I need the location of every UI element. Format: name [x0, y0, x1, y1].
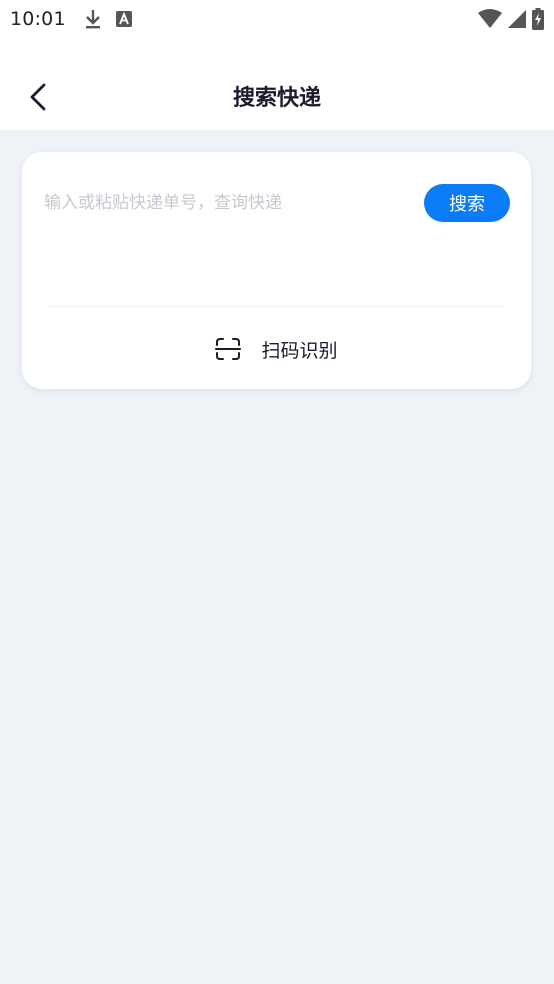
- scan-recognize-button[interactable]: 扫码识别: [22, 327, 531, 371]
- divider: [48, 306, 505, 307]
- top-bar-area: 10:01 搜索快递: [0, 0, 554, 130]
- battery-icon: [532, 8, 544, 30]
- page-title: 搜索快递: [232, 86, 321, 111]
- title-bar: 搜索快递: [0, 66, 554, 128]
- signal-icon: [508, 10, 526, 28]
- status-right-icons: [478, 8, 544, 30]
- status-time: 10:01: [10, 8, 66, 30]
- status-left-icons: [84, 8, 132, 30]
- tracking-number-input[interactable]: [44, 186, 414, 220]
- scan-label: 扫码识别: [261, 339, 338, 362]
- status-bar: 10:01: [0, 0, 554, 38]
- wifi-icon: [478, 9, 502, 28]
- text-a-icon: [115, 11, 132, 27]
- scan-icon: [215, 338, 242, 360]
- download-icon: [85, 10, 100, 29]
- search-card: 搜索 扫码识别: [22, 152, 531, 389]
- search-button[interactable]: 搜索: [424, 184, 510, 222]
